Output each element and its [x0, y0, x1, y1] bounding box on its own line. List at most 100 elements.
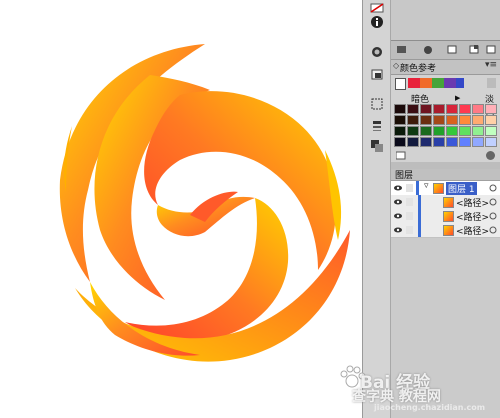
variation-swatch[interactable] [433, 137, 445, 147]
variation-swatch[interactable] [394, 115, 406, 125]
target-circle-icon[interactable] [489, 198, 497, 206]
panel-dock: ◇ 颜色参考 ▾≡ 暗色 ▶ 淡色 图层 ▿图层 1<路径><路径><路 [391, 0, 500, 418]
variation-swatch[interactable] [407, 126, 419, 136]
variation-swatch[interactable] [459, 137, 471, 147]
panel-footer [391, 149, 500, 162]
variation-swatch[interactable] [446, 104, 458, 114]
harmony-swatch-3[interactable] [432, 78, 444, 88]
align-icon[interactable] [369, 96, 385, 112]
appearance-icon[interactable] [369, 44, 385, 60]
dock-top-strip [391, 0, 500, 40]
harmony-swatch-5[interactable] [456, 78, 464, 88]
variation-swatch[interactable] [446, 137, 458, 147]
variation-swatch[interactable] [446, 115, 458, 125]
watermark: Bai 经验 查字典 教程网 jiaocheng.chazidian.com [326, 362, 500, 418]
sublayer-row[interactable]: <路径> [391, 209, 500, 224]
layer-name: <路径> [456, 199, 490, 209]
variation-swatch[interactable] [485, 137, 497, 147]
sublayer-row[interactable]: <路径> [391, 195, 500, 210]
layer-thumbnail [433, 183, 444, 194]
layer-color-bar [416, 181, 419, 195]
tools-panel [362, 0, 391, 418]
info-icon[interactable] [369, 14, 385, 30]
variation-swatch[interactable] [394, 104, 406, 114]
swatch-options-icon[interactable] [447, 45, 457, 54]
variation-swatch[interactable] [420, 126, 432, 136]
variation-swatch[interactable] [459, 126, 471, 136]
layer-thumbnail [443, 211, 454, 222]
variation-swatch[interactable] [433, 115, 445, 125]
variation-swatch[interactable] [485, 126, 497, 136]
variation-swatch[interactable] [485, 104, 497, 114]
harmony-swatch-4[interactable] [444, 78, 456, 88]
swatch-library-icon[interactable] [397, 45, 407, 54]
target-circle-icon[interactable] [489, 212, 497, 220]
wing-upper-right [144, 91, 337, 270]
color-guide-panel: ◇ 颜色参考 ▾≡ 暗色 ▶ 淡色 [391, 40, 500, 163]
save-group-icon[interactable] [485, 150, 496, 161]
collapse-arrow-icon[interactable]: ◇ [393, 61, 399, 70]
variation-swatch[interactable] [472, 137, 484, 147]
new-group-icon[interactable] [469, 45, 479, 54]
layer-name: 图层 1 [446, 182, 477, 195]
variant-arrow-icon: ▶ [455, 94, 461, 102]
export-icon[interactable] [369, 66, 385, 82]
lock-toggle[interactable] [406, 198, 413, 206]
variation-swatch[interactable] [446, 126, 458, 136]
expand-triangle-icon[interactable]: ▿ [424, 181, 429, 191]
layer-name: <路径> [456, 227, 490, 237]
variation-swatch[interactable] [407, 104, 419, 114]
layer-color-bar [418, 223, 421, 237]
panel-toolbar [391, 41, 500, 60]
color-guide-tab-label: 颜色参考 [400, 64, 437, 74]
harmony-swatch-1[interactable] [408, 78, 420, 88]
variation-swatch[interactable] [472, 126, 484, 136]
stroke-icon[interactable] [369, 118, 385, 134]
layer-color-bar [418, 209, 421, 223]
target-circle-icon[interactable] [489, 226, 497, 234]
color-guide-tab[interactable]: ◇ 颜色参考 ▾≡ [391, 60, 500, 75]
lock-toggle[interactable] [406, 184, 413, 192]
harmony-dropdown-icon[interactable] [487, 78, 496, 88]
layer-thumbnail [443, 225, 454, 236]
watermark-url: jiaocheng.chazidian.com [374, 403, 486, 412]
variation-swatch[interactable] [459, 104, 471, 114]
variation-swatch[interactable] [407, 115, 419, 125]
sublayer-row[interactable]: <路径> [391, 223, 500, 238]
show-kinds-icon[interactable] [423, 45, 433, 54]
variation-swatch[interactable] [433, 126, 445, 136]
color-group-row[interactable] [391, 75, 500, 91]
lock-toggle[interactable] [406, 226, 413, 234]
layer-name: <路径> [456, 213, 490, 223]
variation-swatch[interactable] [420, 115, 432, 125]
harmony-swatch-2[interactable] [420, 78, 432, 88]
variation-swatch[interactable] [459, 115, 471, 125]
layers-tab[interactable]: 图层 [391, 169, 500, 181]
pathfinder-icon[interactable] [369, 138, 385, 154]
visibility-eye-icon[interactable] [394, 198, 402, 206]
variation-swatch[interactable] [433, 104, 445, 114]
artboard-canvas[interactable] [0, 0, 362, 418]
new-swatch-icon[interactable] [486, 45, 496, 54]
visibility-eye-icon[interactable] [394, 226, 402, 234]
lock-toggle[interactable] [406, 212, 413, 220]
variation-swatch[interactable] [472, 104, 484, 114]
visibility-eye-icon[interactable] [394, 184, 402, 192]
variation-swatch[interactable] [420, 137, 432, 147]
variation-swatch[interactable] [420, 104, 432, 114]
layer-thumbnail [443, 197, 454, 208]
variation-swatch[interactable] [485, 115, 497, 125]
variation-swatch[interactable] [407, 137, 419, 147]
layers-tab-label: 图层 [395, 171, 414, 181]
panel-menu-icon[interactable]: ▾≡ [485, 60, 497, 70]
target-circle-icon[interactable] [489, 184, 497, 192]
color-variation-grid[interactable] [394, 104, 500, 148]
limit-icon[interactable] [396, 151, 406, 160]
variation-swatch[interactable] [472, 115, 484, 125]
layer-row-main[interactable]: ▿ 图层 1 [391, 181, 500, 196]
visibility-eye-icon[interactable] [394, 212, 402, 220]
base-color-swatch[interactable] [395, 78, 406, 90]
layer-color-bar [418, 195, 421, 209]
variation-swatch[interactable] [394, 126, 406, 136]
variation-swatch[interactable] [394, 137, 406, 147]
